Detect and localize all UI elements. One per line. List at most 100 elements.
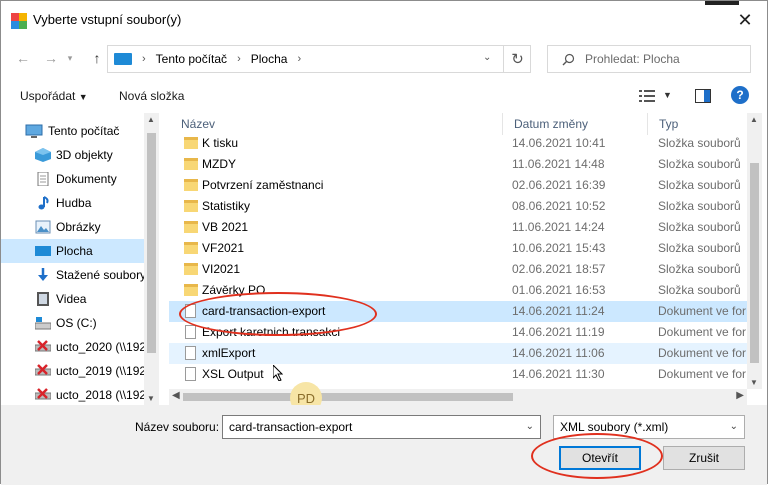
sidebar-item-videos[interactable]: Videa bbox=[1, 287, 144, 311]
up-button[interactable]: ↑ bbox=[87, 48, 107, 68]
breadcrumb-desktop[interactable]: Plocha bbox=[251, 52, 288, 66]
file-type-select[interactable]: XML soubory (*.xml) ⌄ bbox=[553, 415, 745, 439]
file-type: Složka souborů bbox=[658, 262, 741, 276]
file-name: card-transaction-export bbox=[202, 304, 326, 318]
new-folder-button[interactable]: Nová složka bbox=[119, 89, 184, 103]
search-icon bbox=[562, 53, 575, 65]
file-name: Statistiky bbox=[202, 199, 251, 213]
refresh-button[interactable]: ↻ bbox=[503, 45, 531, 73]
sidebar-item-label: ucto_2020 (\\192 bbox=[56, 340, 147, 354]
scrollbar-thumb[interactable] bbox=[147, 133, 156, 353]
file-row-selected[interactable]: card-transaction-export 14.06.2021 11:24… bbox=[169, 301, 747, 322]
file-row[interactable]: K tisku 14.06.2021 10:41 Složka souborů bbox=[169, 133, 747, 154]
file-name: Závěrky PO bbox=[202, 283, 266, 297]
sidebar-item-documents[interactable]: Dokumenty bbox=[1, 167, 144, 191]
sidebar-item-this-pc[interactable]: Tento počítač bbox=[1, 119, 144, 143]
mouse-cursor-icon bbox=[273, 365, 283, 381]
cancel-button[interactable]: Zrušit bbox=[663, 446, 745, 470]
breadcrumb-separator: › bbox=[142, 53, 146, 65]
file-type: Dokument ve for bbox=[658, 346, 747, 360]
sidebar-item-drive-c[interactable]: OS (C:) bbox=[1, 311, 144, 335]
file-type: Složka souborů bbox=[658, 157, 741, 171]
file-date: 11.06.2021 14:48 bbox=[512, 157, 605, 171]
chevron-down-icon[interactable]: ⌄ bbox=[526, 421, 534, 432]
back-button[interactable]: ← bbox=[13, 48, 33, 68]
column-header-name[interactable]: Název bbox=[169, 113, 502, 135]
sidebar-item-downloads[interactable]: Stažené soubory bbox=[1, 263, 146, 287]
file-list-vertical-scrollbar[interactable]: ▲ ▼ bbox=[747, 113, 762, 389]
scroll-down-icon[interactable]: ▼ bbox=[147, 394, 155, 403]
forward-button[interactable]: → bbox=[41, 48, 61, 68]
download-icon bbox=[38, 268, 48, 281]
document-icon bbox=[185, 304, 196, 318]
breadcrumb-this-pc[interactable]: Tento počítač bbox=[156, 52, 227, 66]
file-date: 14.06.2021 11:06 bbox=[512, 346, 605, 360]
sidebar-item-3d-objects[interactable]: 3D objekty bbox=[1, 143, 144, 167]
sidebar-item-pictures[interactable]: Obrázky bbox=[1, 215, 144, 239]
sidebar-item-label: Hudba bbox=[56, 196, 92, 210]
file-row[interactable]: Statistiky 08.06.2021 10:52 Složka soubo… bbox=[169, 196, 747, 217]
scrollbar-thumb[interactable] bbox=[183, 393, 513, 401]
view-dropdown-icon[interactable]: ▼ bbox=[663, 90, 672, 100]
document-icon bbox=[185, 367, 196, 381]
filename-value: card-transaction-export bbox=[229, 420, 353, 434]
scroll-left-icon[interactable]: ◀ bbox=[172, 390, 180, 401]
open-button[interactable]: Otevřít bbox=[559, 446, 641, 470]
navigation-pane-scrollbar[interactable]: ▲ ▼ bbox=[144, 113, 159, 405]
close-button[interactable]: ✕ bbox=[733, 9, 757, 31]
file-row[interactable]: VI2021 02.06.2021 18:57 Složka souborů bbox=[169, 259, 747, 280]
documents-icon bbox=[37, 172, 49, 186]
sidebar-item-ucto-2019[interactable]: ucto_2019 (\\192 bbox=[1, 359, 147, 383]
pc-icon bbox=[114, 53, 132, 65]
scroll-up-icon[interactable]: ▲ bbox=[750, 115, 758, 124]
sidebar-item-desktop[interactable]: Plocha bbox=[1, 239, 144, 263]
up-arrow-icon: ↑ bbox=[93, 50, 101, 66]
file-type: Dokument ve for bbox=[658, 325, 747, 339]
file-row[interactable]: MZDY 11.06.2021 14:48 Složka souborů bbox=[169, 154, 747, 175]
chevron-down-icon: ▾ bbox=[67, 52, 73, 63]
sidebar-item-music[interactable]: Hudba bbox=[1, 191, 144, 215]
scrollbar-thumb[interactable] bbox=[750, 163, 759, 363]
network-drive-icon bbox=[35, 388, 51, 400]
drive-icon bbox=[35, 317, 51, 330]
sidebar-item-label: ucto_2019 (\\192 bbox=[56, 364, 147, 378]
search-box[interactable]: Prohledat: Plocha bbox=[547, 45, 751, 73]
view-options-icon[interactable] bbox=[639, 89, 655, 103]
file-date: 08.06.2021 10:52 bbox=[512, 199, 606, 213]
sidebar-item-ucto-2020[interactable]: ucto_2020 (\\192 bbox=[1, 335, 147, 359]
recent-locations-button[interactable]: ▾ bbox=[65, 48, 75, 68]
file-name: xmlExport bbox=[202, 346, 256, 360]
file-row[interactable]: VB 2021 11.06.2021 14:24 Složka souborů bbox=[169, 217, 747, 238]
column-header-date[interactable]: Datum změny bbox=[502, 113, 647, 135]
file-row[interactable]: Potvrzení zaměstnanci 02.06.2021 16:39 S… bbox=[169, 175, 747, 196]
help-icon[interactable]: ? bbox=[731, 86, 749, 104]
preview-pane-icon[interactable] bbox=[695, 89, 711, 103]
file-date: 10.06.2021 15:43 bbox=[512, 241, 606, 255]
filename-input[interactable]: card-transaction-export ⌄ bbox=[222, 415, 541, 439]
column-header-type[interactable]: Typ bbox=[647, 113, 747, 135]
folder-icon bbox=[184, 284, 198, 296]
file-row[interactable]: Závěrky PO 01.06.2021 16:53 Složka soubo… bbox=[169, 280, 747, 301]
window-title: Vyberte vstupní soubor(y) bbox=[33, 12, 182, 27]
address-bar[interactable]: › Tento počítač › Plocha › bbox=[107, 45, 531, 73]
sidebar-item-label: Obrázky bbox=[56, 220, 101, 234]
organize-button[interactable]: Uspořádat ▼ bbox=[20, 89, 88, 103]
scroll-down-icon[interactable]: ▼ bbox=[750, 378, 758, 387]
scroll-right-icon[interactable]: ▶ bbox=[736, 390, 744, 401]
sidebar-item-label: ucto_2018 (\\192 bbox=[56, 388, 147, 402]
command-toolbar: Uspořádat ▼ Nová složka ▼ ? bbox=[1, 81, 767, 111]
file-list-horizontal-scrollbar[interactable]: ◀ ▶ bbox=[169, 389, 747, 405]
folder-icon bbox=[184, 200, 198, 212]
title-bar: Vyberte vstupní soubor(y) ✕ bbox=[1, 1, 767, 39]
file-row[interactable]: xmlExport 14.06.2021 11:06 Dokument ve f… bbox=[169, 343, 747, 364]
file-row[interactable]: Export karetnich transakci 14.06.2021 11… bbox=[169, 322, 747, 343]
scroll-up-icon[interactable]: ▲ bbox=[147, 115, 155, 124]
file-name: K tisku bbox=[202, 136, 239, 150]
file-row[interactable]: XSL Output 14.06.2021 11:30 Dokument ve … bbox=[169, 364, 747, 385]
filename-label: Název souboru: bbox=[135, 420, 220, 434]
breadcrumb-separator: › bbox=[237, 53, 241, 65]
document-icon bbox=[185, 325, 196, 339]
file-row[interactable]: VF2021 10.06.2021 15:43 Složka souborů bbox=[169, 238, 747, 259]
file-date: 14.06.2021 11:19 bbox=[512, 325, 605, 339]
sidebar-item-ucto-2018[interactable]: ucto_2018 (\\192 bbox=[1, 383, 147, 405]
